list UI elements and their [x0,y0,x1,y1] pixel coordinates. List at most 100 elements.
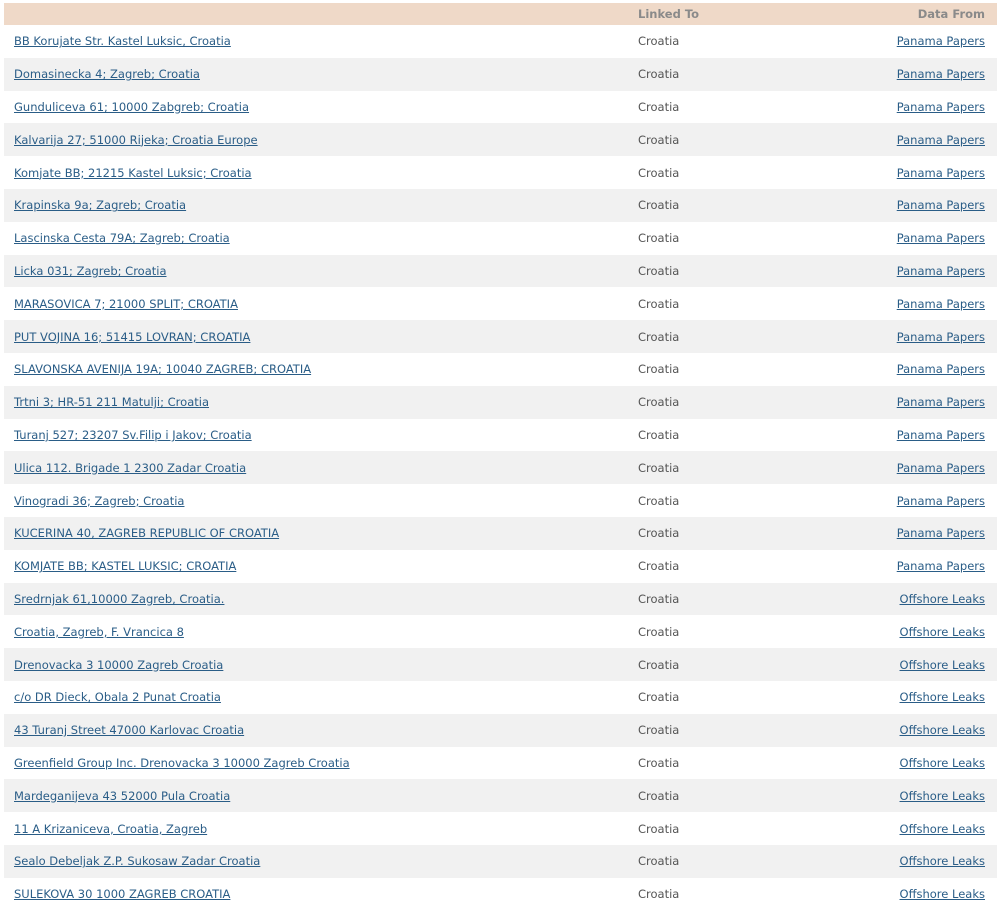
address-cell: Komjate BB; 21215 Kastel Luksic; Croatia [4,166,628,180]
address-link[interactable]: Gunduliceva 61; 10000 Zabgreb; Croatia [14,100,249,114]
address-cell: MARASOVICA 7; 21000 SPLIT; CROATIA [4,297,628,311]
table-header: Linked To Data From [4,3,997,25]
address-cell: c/o DR Dieck, Obala 2 Punat Croatia [4,690,628,704]
data-source-link[interactable]: Panama Papers [897,494,985,508]
data-from-cell: Offshore Leaks [878,854,997,868]
data-source-link[interactable]: Panama Papers [897,297,985,311]
data-from-cell: Panama Papers [878,330,997,344]
address-link[interactable]: KOMJATE BB; KASTEL LUKSIC; CROATIA [14,559,236,573]
data-source-link[interactable]: Panama Papers [897,330,985,344]
header-linked-to: Linked To [638,7,700,21]
address-link[interactable]: PUT VOJINA 16; 51415 LOVRAN; CROATIA [14,330,250,344]
address-cell: Mardeganijeva 43 52000 Pula Croatia [4,789,628,803]
address-link[interactable]: c/o DR Dieck, Obala 2 Punat Croatia [14,690,221,704]
address-link[interactable]: SULEKOVA 30 1000 ZAGREB CROATIA [14,887,230,901]
table-row: Komjate BB; 21215 Kastel Luksic; Croatia… [4,156,997,189]
linked-to-cell: Croatia [638,427,680,442]
data-source-link[interactable]: Offshore Leaks [900,887,985,901]
linked-to-cell: Croatia [638,690,680,705]
address-link[interactable]: Krapinska 9a; Zagreb; Croatia [14,198,186,212]
linked-to-cell: Croatia [638,755,680,770]
data-source-link[interactable]: Panama Papers [897,264,985,278]
data-source-link[interactable]: Offshore Leaks [900,625,985,639]
linked-to-cell: Croatia [638,788,680,803]
data-source-link[interactable]: Panama Papers [897,198,985,212]
data-source-link[interactable]: Offshore Leaks [900,592,985,606]
data-from-cell: Panama Papers [878,362,997,376]
data-source-link[interactable]: Panama Papers [897,166,985,180]
data-source-link[interactable]: Offshore Leaks [900,789,985,803]
data-from-cell: Offshore Leaks [878,690,997,704]
table-row: 43 Turanj Street 47000 Karlovac Croatia C… [4,713,997,747]
address-link[interactable]: Drenovacka 3 10000 Zagreb Croatia [14,658,223,672]
data-from-cell: Panama Papers [878,428,997,442]
data-source-link[interactable]: Panama Papers [897,395,985,409]
address-link[interactable]: Lascinska Cesta 79A; Zagreb; Croatia [14,231,230,245]
data-source-link[interactable]: Panama Papers [897,231,985,245]
address-link[interactable]: Turanj 527; 23207 Sv.Filip i Jakov; Croa… [14,428,252,442]
address-link[interactable]: SLAVONSKA AVENIJA 19A; 10040 ZAGREB; CRO… [14,362,311,376]
data-from-cell: Offshore Leaks [878,887,997,901]
address-link[interactable]: BB Korujate Str. Kastel Luksic, Croatia [14,34,231,48]
data-from-cell: Offshore Leaks [878,658,997,672]
data-source-link[interactable]: Panama Papers [897,428,985,442]
address-cell: SLAVONSKA AVENIJA 19A; 10040 ZAGREB; CRO… [4,362,628,376]
data-source-link[interactable]: Panama Papers [897,362,985,376]
address-cell: Sealo Debeljak Z.P. Sukosaw Zadar Croati… [4,854,628,868]
address-link[interactable]: Trtni 3; HR-51 211 Matulji; Croatia [14,395,209,409]
address-link[interactable]: Greenfield Group Inc. Drenovacka 3 10000… [14,756,350,770]
linked-to-cell: Croatia [638,263,680,278]
table-row: Trtni 3; HR-51 211 Matulji; Croatia Croat… [4,385,997,419]
data-from-cell: Offshore Leaks [878,592,997,606]
address-link[interactable]: 43 Turanj Street 47000 Karlovac Croatia [14,723,244,737]
data-source-link[interactable]: Panama Papers [897,526,985,540]
linked-to-cell: Croatia [638,854,680,869]
linked-to-cell: Croatia [638,67,680,82]
data-source-link[interactable]: Panama Papers [897,133,985,147]
table-row: Krapinska 9a; Zagreb; Croatia Croatia Pana… [4,188,997,222]
table-row: BB Korujate Str. Kastel Luksic, Croatia C… [4,25,997,58]
data-source-link[interactable]: Offshore Leaks [900,723,985,737]
linked-to-cell: Croatia [638,165,680,180]
data-from-cell: Panama Papers [878,494,997,508]
linked-to-cell: Croatia [638,460,680,475]
linked-to-cell: Croatia [638,526,680,541]
data-source-link[interactable]: Offshore Leaks [900,822,985,836]
data-source-link[interactable]: Panama Papers [897,67,985,81]
table-row: Gunduliceva 61; 10000 Zabgreb; Croatia Cr… [4,91,997,124]
linked-to-cell: Croatia [638,198,680,213]
address-link[interactable]: Sealo Debeljak Z.P. Sukosaw Zadar Croati… [14,854,260,868]
address-link[interactable]: Mardeganijeva 43 52000 Pula Croatia [14,789,230,803]
data-source-link[interactable]: Offshore Leaks [900,854,985,868]
address-link[interactable]: Komjate BB; 21215 Kastel Luksic; Croatia [14,166,252,180]
address-link[interactable]: Croatia, Zagreb, F. Vrancica 8 [14,625,184,639]
data-source-link[interactable]: Panama Papers [897,559,985,573]
data-source-link[interactable]: Offshore Leaks [900,658,985,672]
address-cell: Licka 031; Zagreb; Croatia [4,264,628,278]
address-link[interactable]: Vinogradi 36; Zagreb; Croatia [14,494,184,508]
data-from-cell: Panama Papers [878,166,997,180]
data-source-link[interactable]: Offshore Leaks [900,690,985,704]
address-link[interactable]: Ulica 112. Brigade 1 2300 Zadar Croatia [14,461,246,475]
address-cell: 11 A Krizaniceva, Croatia, Zagreb [4,822,628,836]
data-source-link[interactable]: Panama Papers [897,100,985,114]
linked-to-cell: Croatia [638,99,680,114]
address-link[interactable]: KUCERINA 40, ZAGREB REPUBLIC OF CROATIA [14,526,279,540]
data-from-cell: Panama Papers [878,231,997,245]
address-link[interactable]: Sredrnjak 61,10000 Zagreb, Croatia. [14,592,224,606]
address-link[interactable]: Kalvarija 27; 51000 Rijeka; Croatia Euro… [14,133,258,147]
data-source-link[interactable]: Panama Papers [897,461,985,475]
data-from-cell: Panama Papers [878,100,997,114]
data-source-link[interactable]: Panama Papers [897,34,985,48]
address-link[interactable]: MARASOVICA 7; 21000 SPLIT; CROATIA [14,297,238,311]
data-source-link[interactable]: Offshore Leaks [900,756,985,770]
address-link[interactable]: Domasinecka 4; Zagreb; Croatia [14,67,200,81]
address-link[interactable]: Licka 031; Zagreb; Croatia [14,264,167,278]
address-cell: PUT VOJINA 16; 51415 LOVRAN; CROATIA [4,330,628,344]
data-from-cell: Panama Papers [878,526,997,540]
address-cell: Kalvarija 27; 51000 Rijeka; Croatia Euro… [4,133,628,147]
data-from-cell: Offshore Leaks [878,723,997,737]
address-cell: Vinogradi 36; Zagreb; Croatia [4,494,628,508]
table-row: Vinogradi 36; Zagreb; Croatia Croatia Pana… [4,484,997,517]
address-link[interactable]: 11 A Krizaniceva, Croatia, Zagreb [14,822,207,836]
